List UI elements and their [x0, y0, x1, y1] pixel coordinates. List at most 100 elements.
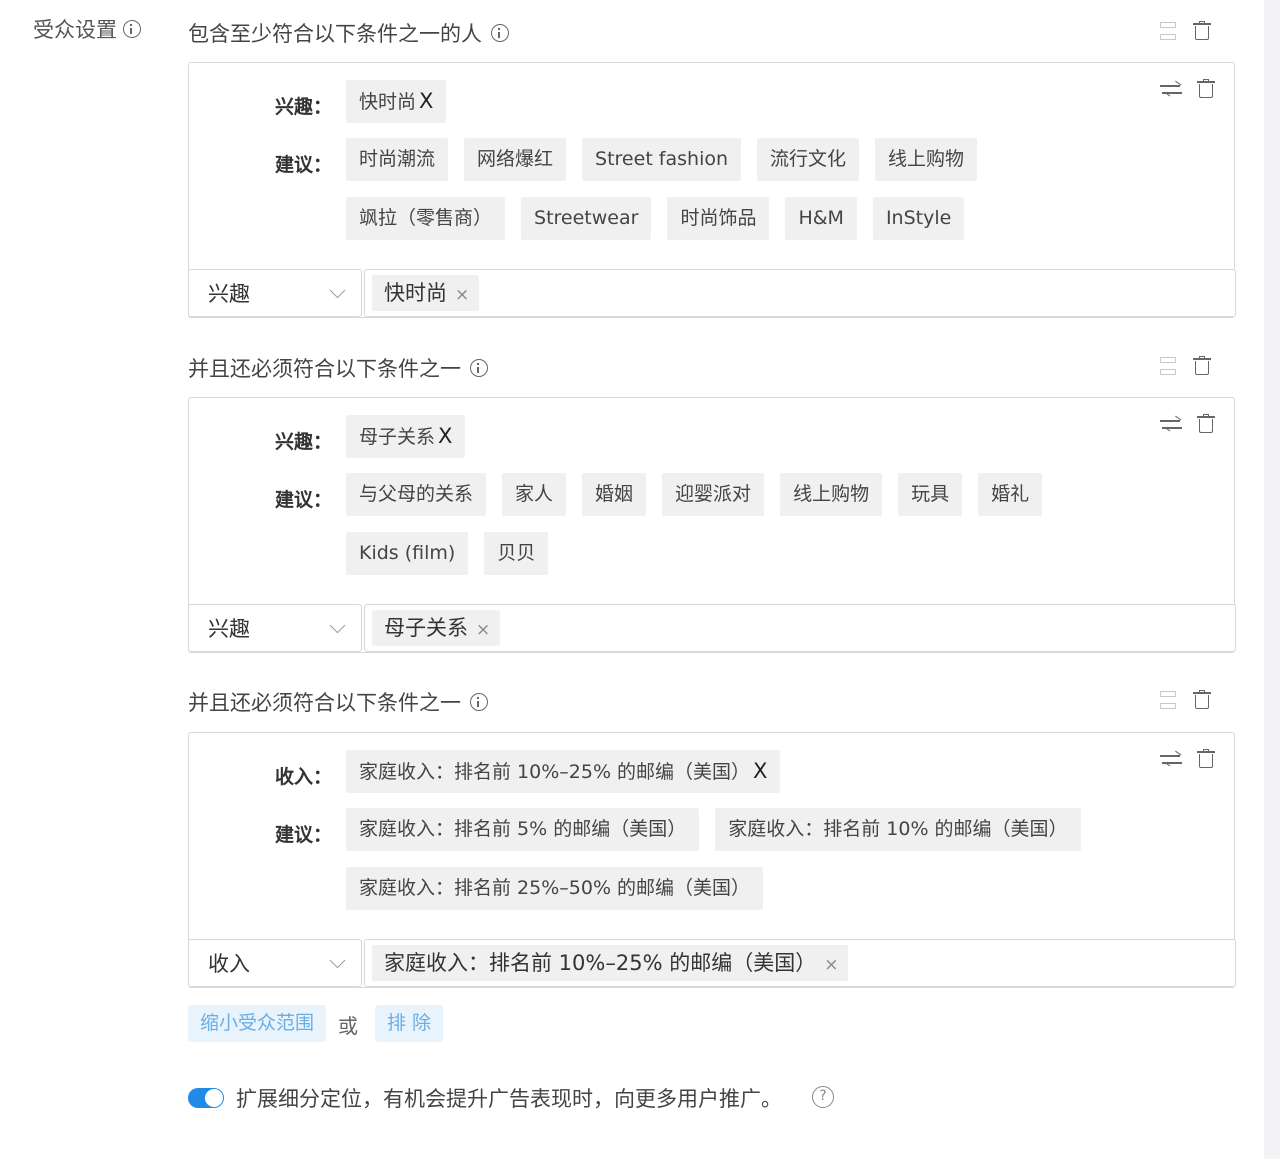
suggestion-chips: 时尚潮流 网络爆红 Street fashion 流行文化 线上购物 飒拉（零售…	[346, 138, 986, 240]
tags-input[interactable]: 母子关系 ×	[364, 604, 1236, 652]
suggestion-chip[interactable]: 玩具	[898, 473, 963, 516]
suggestion-chip[interactable]: 家人	[502, 473, 567, 516]
suggestion-chip[interactable]: 时尚饰品	[667, 197, 770, 240]
selected-chip[interactable]: 家庭收入：排名前 10%–25% 的邮编（美国） X	[346, 750, 781, 793]
tag-text: 家庭收入：排名前 10%–25% 的邮编（美国）	[384, 951, 817, 975]
section-title: 并且还必须符合以下条件之一	[188, 687, 488, 717]
suggestions-label: 建议：	[275, 154, 333, 176]
tag-remove-icon[interactable]: ×	[824, 955, 838, 975]
selected-label: 收入：	[275, 766, 333, 788]
split-icon[interactable]	[1160, 690, 1176, 710]
suggestion-chip[interactable]: 时尚潮流	[346, 138, 449, 181]
tag-remove-icon[interactable]: ×	[455, 285, 469, 305]
dropdown-value: 兴趣	[208, 617, 250, 641]
category-dropdown[interactable]: 收入	[188, 939, 362, 987]
suggestion-chip[interactable]: 与父母的关系	[346, 473, 487, 516]
suggestion-chip[interactable]: 家庭收入：排名前 25%–50% 的邮编（美国）	[346, 867, 764, 910]
criteria-selector: 兴趣 母子关系 ×	[188, 604, 1236, 652]
info-icon[interactable]	[470, 693, 488, 711]
selected-chips: 家庭收入：排名前 10%–25% 的邮编（美国） X	[346, 750, 781, 793]
suggestion-chip[interactable]: 线上购物	[780, 473, 883, 516]
narrow-audience-button[interactable]: 缩小受众范围	[188, 1005, 327, 1042]
category-dropdown[interactable]: 兴趣	[188, 269, 362, 317]
trash-icon[interactable]	[1197, 749, 1215, 769]
tags-input[interactable]: 快时尚 ×	[364, 269, 1236, 317]
suggestion-chip[interactable]: 迎婴派对	[662, 473, 765, 516]
suggestion-chip[interactable]: 家庭收入：排名前 10% 的邮编（美国）	[715, 808, 1081, 851]
suggestion-chip[interactable]: 婚礼	[978, 473, 1043, 516]
tag-text: 母子关系	[384, 616, 468, 640]
chip-text: 快时尚	[359, 91, 417, 113]
selected-label: 兴趣：	[275, 96, 333, 118]
trash-icon[interactable]	[1193, 21, 1211, 41]
chip-text: 母子关系	[359, 426, 436, 448]
section-title-text: 并且还必须符合以下条件之一	[188, 357, 461, 381]
swap-icon[interactable]	[1160, 749, 1182, 772]
suggestion-chip[interactable]: 线上购物	[875, 138, 978, 181]
box-tools	[1160, 79, 1215, 102]
swap-icon[interactable]	[1160, 414, 1182, 437]
help-icon[interactable]: ?	[812, 1086, 834, 1108]
section-tools	[1160, 690, 1211, 710]
chevron-down-icon	[329, 952, 346, 968]
suggestion-chip[interactable]: Kids (film)	[346, 532, 469, 575]
suggestion-chip[interactable]: 流行文化	[757, 138, 860, 181]
trash-icon[interactable]	[1193, 356, 1211, 376]
suggestion-chip[interactable]: 飒拉（零售商）	[346, 197, 506, 240]
tag-remove-icon[interactable]: ×	[476, 620, 490, 640]
swap-icon[interactable]	[1160, 79, 1182, 102]
box-tools	[1160, 414, 1215, 437]
trash-icon[interactable]	[1193, 690, 1211, 710]
remove-icon[interactable]: X	[753, 759, 767, 783]
suggestion-chip[interactable]: Street fashion	[582, 138, 742, 181]
suggestion-chips: 与父母的关系 家人 婚姻 迎婴派对 线上购物 玩具 婚礼 Kids (film)…	[346, 473, 1066, 575]
section-title-text: 包含至少符合以下条件之一的人	[188, 22, 482, 46]
remove-icon[interactable]: X	[419, 89, 433, 113]
suggestions-label: 建议：	[275, 824, 333, 846]
section-tools	[1160, 21, 1211, 41]
scrollbar[interactable]	[1264, 0, 1280, 1159]
split-icon[interactable]	[1160, 21, 1176, 41]
suggestion-chips: 家庭收入：排名前 5% 的邮编（美国） 家庭收入：排名前 10% 的邮编（美国）…	[346, 808, 1106, 910]
info-icon[interactable]	[491, 24, 509, 42]
tag: 母子关系 ×	[372, 610, 501, 646]
trash-icon[interactable]	[1197, 414, 1215, 434]
suggestion-chip[interactable]: Streetwear	[521, 197, 652, 240]
info-icon[interactable]	[470, 359, 488, 377]
suggestion-chip[interactable]: 家庭收入：排名前 5% 的邮编（美国）	[346, 808, 700, 851]
chevron-down-icon	[329, 617, 346, 633]
chevron-down-icon	[329, 282, 346, 298]
trash-icon[interactable]	[1197, 79, 1215, 99]
criteria-selector: 收入 家庭收入：排名前 10%–25% 的邮编（美国） ×	[188, 939, 1236, 987]
expand-targeting-text: 扩展细分定位，有机会提升广告表现时，向更多用户推广。	[236, 1087, 782, 1111]
suggestion-chip[interactable]: H&M	[785, 197, 857, 240]
tag-text: 快时尚	[384, 281, 447, 305]
remove-icon[interactable]: X	[438, 424, 452, 448]
selected-chip[interactable]: 母子关系 X	[346, 415, 466, 458]
chip-text: 家庭收入：排名前 10%–25% 的邮编（美国）	[359, 761, 751, 783]
suggestion-chip[interactable]: 网络爆红	[464, 138, 567, 181]
selected-chip[interactable]: 快时尚 X	[346, 80, 447, 123]
condition-box: 兴趣： 快时尚 X 建议： 时尚潮流 网络爆红 Street fashion 流行…	[188, 62, 1236, 318]
info-icon[interactable]	[123, 20, 141, 38]
section-title-text: 并且还必须符合以下条件之一	[188, 691, 461, 715]
suggestion-chip[interactable]: 贝贝	[484, 532, 549, 575]
box-tools	[1160, 749, 1215, 772]
section-tools	[1160, 356, 1211, 376]
suggestion-chip[interactable]: InStyle	[872, 197, 965, 240]
audience-settings-label: 受众设置	[33, 14, 141, 44]
expand-targeting-toggle[interactable]	[188, 1088, 224, 1108]
suggestion-chip[interactable]: 婚姻	[582, 473, 647, 516]
tag: 快时尚 ×	[372, 275, 480, 311]
section-title: 包含至少符合以下条件之一的人	[188, 18, 509, 48]
criteria-selector: 兴趣 快时尚 ×	[188, 269, 1236, 317]
category-dropdown[interactable]: 兴趣	[188, 604, 362, 652]
exclude-button[interactable]: 排 除	[375, 1005, 444, 1042]
section-title: 并且还必须符合以下条件之一	[188, 353, 488, 383]
condition-box: 兴趣： 母子关系 X 建议： 与父母的关系 家人 婚姻 迎婴派对 线上购物 玩具 …	[188, 397, 1236, 653]
condition-box: 收入： 家庭收入：排名前 10%–25% 的邮编（美国） X 建议： 家庭收入：排…	[188, 732, 1236, 988]
split-icon[interactable]	[1160, 356, 1176, 376]
selected-chips: 快时尚 X	[346, 80, 447, 123]
tags-input[interactable]: 家庭收入：排名前 10%–25% 的邮编（美国） ×	[364, 939, 1236, 987]
suggestions-label: 建议：	[275, 489, 333, 511]
